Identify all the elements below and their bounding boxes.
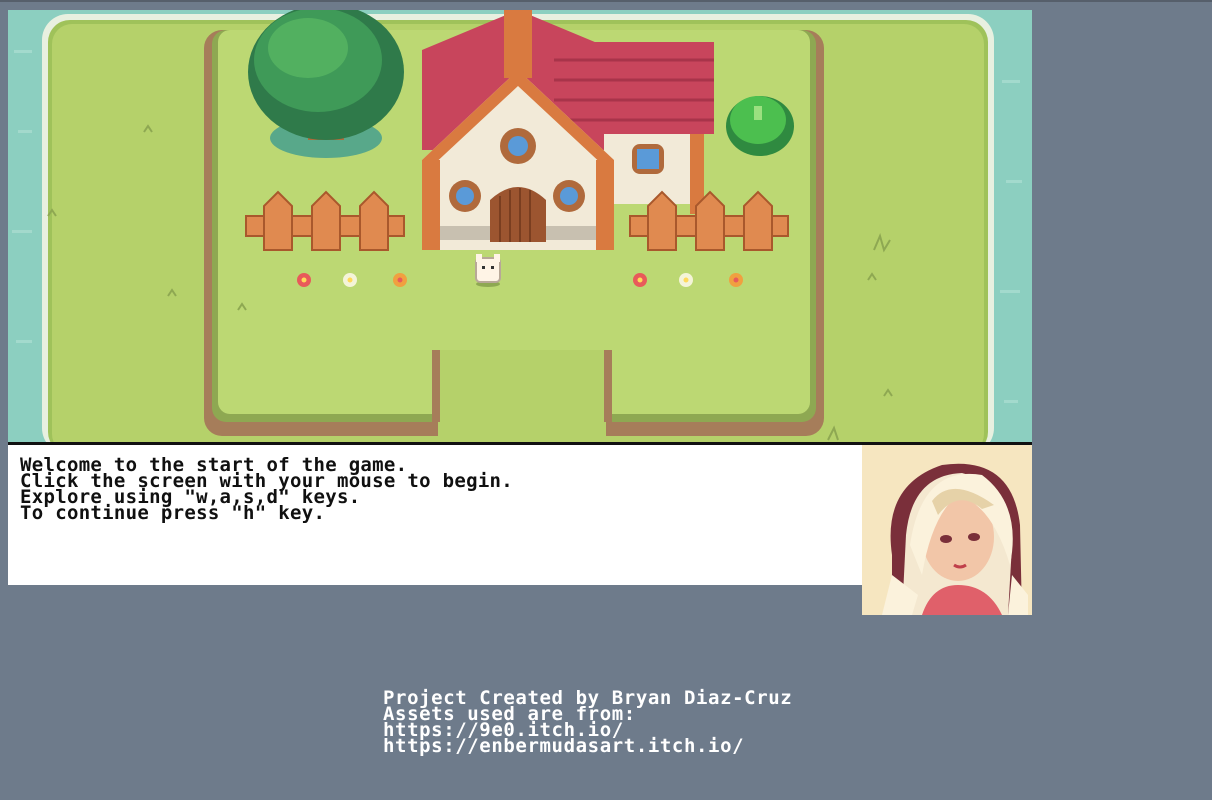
game-canvas[interactable] (8, 10, 1032, 442)
credits: Project Created by Bryan Diaz-Cruz Asset… (383, 689, 792, 756)
dialog-text: Welcome to the start of the game. Click … (20, 456, 513, 524)
tree (248, 10, 404, 158)
dialog-box: Welcome to the start of the game. Click … (8, 445, 862, 585)
fence-left (245, 190, 405, 251)
bush (726, 96, 794, 156)
fence-right (629, 190, 789, 251)
top-border (0, 0, 1212, 2)
player-character (475, 254, 501, 287)
dialog-line: To continue press "h" key. (20, 502, 326, 524)
credits-link-2[interactable]: https://enbermudasart.itch.io/ (383, 737, 792, 756)
character-portrait (862, 445, 1032, 615)
